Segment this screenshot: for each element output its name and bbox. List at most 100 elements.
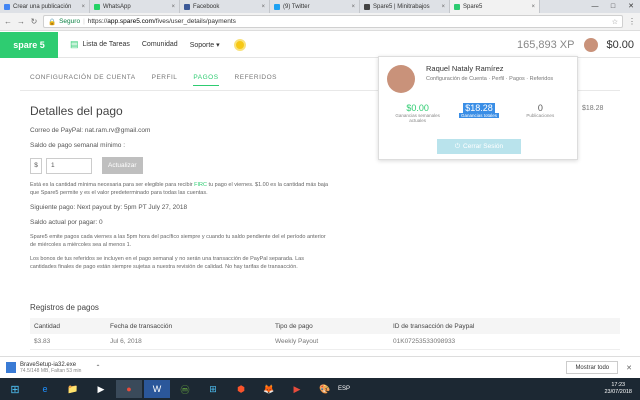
url-path: /fives/user_details/payments bbox=[153, 18, 236, 25]
favicon-icon bbox=[454, 3, 460, 10]
clock[interactable]: 17:23 23/07/2018 bbox=[604, 382, 632, 396]
note-link[interactable]: FIRC bbox=[194, 182, 207, 188]
tab-payments[interactable]: PAGOS bbox=[193, 74, 219, 86]
header-balance: $0.00 bbox=[606, 38, 634, 51]
nav-task-list[interactable]: ▤ Lista de Tareas bbox=[70, 39, 130, 50]
download-shelf: BraveSetup-ia32.exe 74.5/148 MB, Faltan … bbox=[0, 356, 640, 378]
payment-records-table: Cantidad Fecha de transacción Tipo de pa… bbox=[30, 318, 620, 350]
browser-tab[interactable]: (9) Twitter × bbox=[270, 0, 360, 13]
note-text: Está es la cantidad mínima necesaria par… bbox=[30, 182, 195, 188]
nav-community[interactable]: Comunidad bbox=[142, 41, 178, 48]
close-tab-icon[interactable]: × bbox=[261, 4, 265, 10]
popup-links[interactable]: Configuración de Cuenta · Perfil · Pagos… bbox=[426, 76, 553, 82]
file-icon bbox=[6, 362, 16, 373]
forward-icon[interactable]: → bbox=[17, 17, 25, 26]
favicon-icon bbox=[4, 3, 10, 10]
close-window-button[interactable]: ✕ bbox=[622, 0, 640, 13]
min-payout-note: Está es la cantidad mínima necesaria par… bbox=[30, 182, 330, 197]
favicon-icon bbox=[184, 3, 190, 10]
earnings-stats: $0.00 Ganancias semanales actuales $18.28… bbox=[387, 103, 571, 123]
nav-label: Lista de Tareas bbox=[82, 41, 130, 48]
table-cell: Weekly Payout bbox=[275, 338, 319, 345]
taskbar-app-firefox[interactable]: 🦊 bbox=[256, 380, 282, 398]
nav-support[interactable]: Soporte ▾ bbox=[190, 41, 220, 49]
stat-weekly: $0.00 Ganancias semanales actuales bbox=[387, 103, 448, 123]
download-item[interactable]: BraveSetup-ia32.exe 74.5/148 MB, Faltan … bbox=[6, 362, 100, 374]
taskbar-app-player[interactable]: ▶ bbox=[284, 380, 310, 398]
tab-account-settings[interactable]: CONFIGURACIÓN DE CUENTA bbox=[30, 74, 136, 86]
selected-text: $18.28 bbox=[463, 103, 495, 113]
taskbar-app-explorer[interactable]: 📁 bbox=[60, 380, 86, 398]
tab-title: Spare5 | Minitrabajos bbox=[373, 3, 430, 10]
records-title: Registros de pagos bbox=[30, 303, 99, 312]
stat-value: 0 bbox=[537, 103, 543, 113]
currency-symbol: $ bbox=[30, 157, 42, 174]
windows-start-icon[interactable]: ⊞ bbox=[0, 378, 30, 400]
language-indicator[interactable]: ESP bbox=[338, 386, 350, 392]
stat-label: Publicaciones bbox=[526, 113, 555, 118]
user-name: Raquel Nataly Ramírez bbox=[426, 64, 504, 73]
table-header: Cantidad Fecha de transacción Tipo de pa… bbox=[30, 318, 620, 334]
coin-icon[interactable] bbox=[233, 38, 246, 51]
url-scheme: https:// bbox=[87, 18, 108, 25]
browser-tab[interactable]: WhatsApp × bbox=[90, 0, 180, 13]
min-payout-input[interactable]: 1 bbox=[46, 157, 92, 174]
browser-tab[interactable]: Spare5 | Minitrabajos × bbox=[360, 0, 450, 13]
url-input[interactable]: 🔒 Seguro | https://app.spare5.com/fives/… bbox=[43, 15, 623, 28]
tab-title: WhatsApp bbox=[103, 3, 131, 10]
chevron-up-icon[interactable]: ⌃ bbox=[95, 364, 100, 371]
update-button[interactable]: Actualizar bbox=[102, 157, 143, 174]
taskbar-app-media[interactable]: ▶ bbox=[88, 380, 114, 398]
paypal-email: Correo de PayPal: nat.ram.rv@gmail.com bbox=[30, 127, 151, 134]
taskbar-app-word[interactable]: W bbox=[144, 380, 170, 398]
browser-tab[interactable]: Facebook × bbox=[180, 0, 270, 13]
menu-icon[interactable]: ⋮ bbox=[628, 17, 636, 26]
side-amount: $18.28 bbox=[582, 105, 604, 112]
clock-time: 17:23 bbox=[611, 382, 626, 388]
spare5-logo[interactable]: spare 5 bbox=[0, 31, 58, 58]
taskbar-app-utorrent[interactable]: ⓜ bbox=[172, 380, 198, 398]
minimize-button[interactable]: — bbox=[586, 0, 604, 13]
nav-label: Comunidad bbox=[141, 41, 178, 48]
taskbar-app-brave[interactable]: ⬢ bbox=[228, 380, 254, 398]
column-header: Fecha de transacción bbox=[110, 322, 173, 330]
close-icon[interactable]: ✕ bbox=[626, 364, 632, 372]
browser-tab[interactable]: Crear una publicación × bbox=[0, 0, 90, 13]
bookmark-star-icon[interactable]: ☆ bbox=[612, 18, 618, 26]
close-tab-icon[interactable]: × bbox=[81, 4, 85, 10]
taskbar-app-chrome[interactable]: ● bbox=[116, 380, 142, 398]
tab-profile[interactable]: PERFIL bbox=[152, 74, 178, 86]
tab-referrals[interactable]: REFERIDOS bbox=[235, 74, 277, 86]
logout-button[interactable]: ⏻ Cerrar Sesión bbox=[437, 139, 521, 154]
download-status: 74.5/148 MB, Faltan 53 min bbox=[20, 367, 82, 374]
nav-label: Soporte ▾ bbox=[189, 41, 220, 49]
taskbar-app-paint[interactable]: 🎨 bbox=[312, 380, 338, 398]
taskbar-app-ie[interactable]: e bbox=[32, 380, 58, 398]
stat-value: $0.00 bbox=[406, 103, 429, 113]
close-tab-icon[interactable]: × bbox=[441, 4, 445, 10]
back-icon[interactable]: ← bbox=[4, 17, 12, 26]
show-all-button[interactable]: Mostrar todo bbox=[566, 361, 619, 374]
tab-title: (9) Twitter bbox=[283, 3, 310, 10]
favicon-icon bbox=[274, 3, 280, 10]
xp-counter: 165,893 XP bbox=[516, 38, 575, 51]
reload-icon[interactable]: ↻ bbox=[30, 17, 38, 26]
close-tab-icon[interactable]: × bbox=[351, 4, 355, 10]
close-tab-icon[interactable]: × bbox=[531, 4, 535, 10]
avatar[interactable] bbox=[584, 37, 599, 52]
address-bar: ← → ↻ 🔒 Seguro | https://app.spare5.com/… bbox=[0, 13, 640, 31]
taskbar-app-store[interactable]: ⊞ bbox=[200, 380, 226, 398]
browser-tab-active[interactable]: Spare5 × bbox=[450, 0, 540, 13]
min-payout-label: Saldo de pago semanal mínimo : bbox=[30, 142, 126, 149]
clock-date: 23/07/2018 bbox=[604, 389, 632, 395]
payment-details: Detalles del pago Correo de PayPal: nat.… bbox=[30, 104, 330, 278]
maximize-button[interactable]: □ bbox=[604, 0, 622, 13]
tab-bar: Crear una publicación × WhatsApp × Faceboo… bbox=[0, 0, 640, 13]
secure-label: Seguro bbox=[59, 18, 81, 25]
download-info: BraveSetup-ia32.exe 74.5/148 MB, Faltan … bbox=[20, 362, 81, 374]
close-tab-icon[interactable]: × bbox=[171, 4, 175, 10]
next-payout: Siguiente pago: Next payout by: 5pm PT J… bbox=[30, 204, 188, 211]
column-header: Tipo de pago bbox=[275, 322, 313, 330]
app-header: spare 5 ▤ Lista de Tareas Comunidad Sopor… bbox=[0, 31, 640, 58]
table-cell: $3.83 bbox=[34, 338, 51, 345]
